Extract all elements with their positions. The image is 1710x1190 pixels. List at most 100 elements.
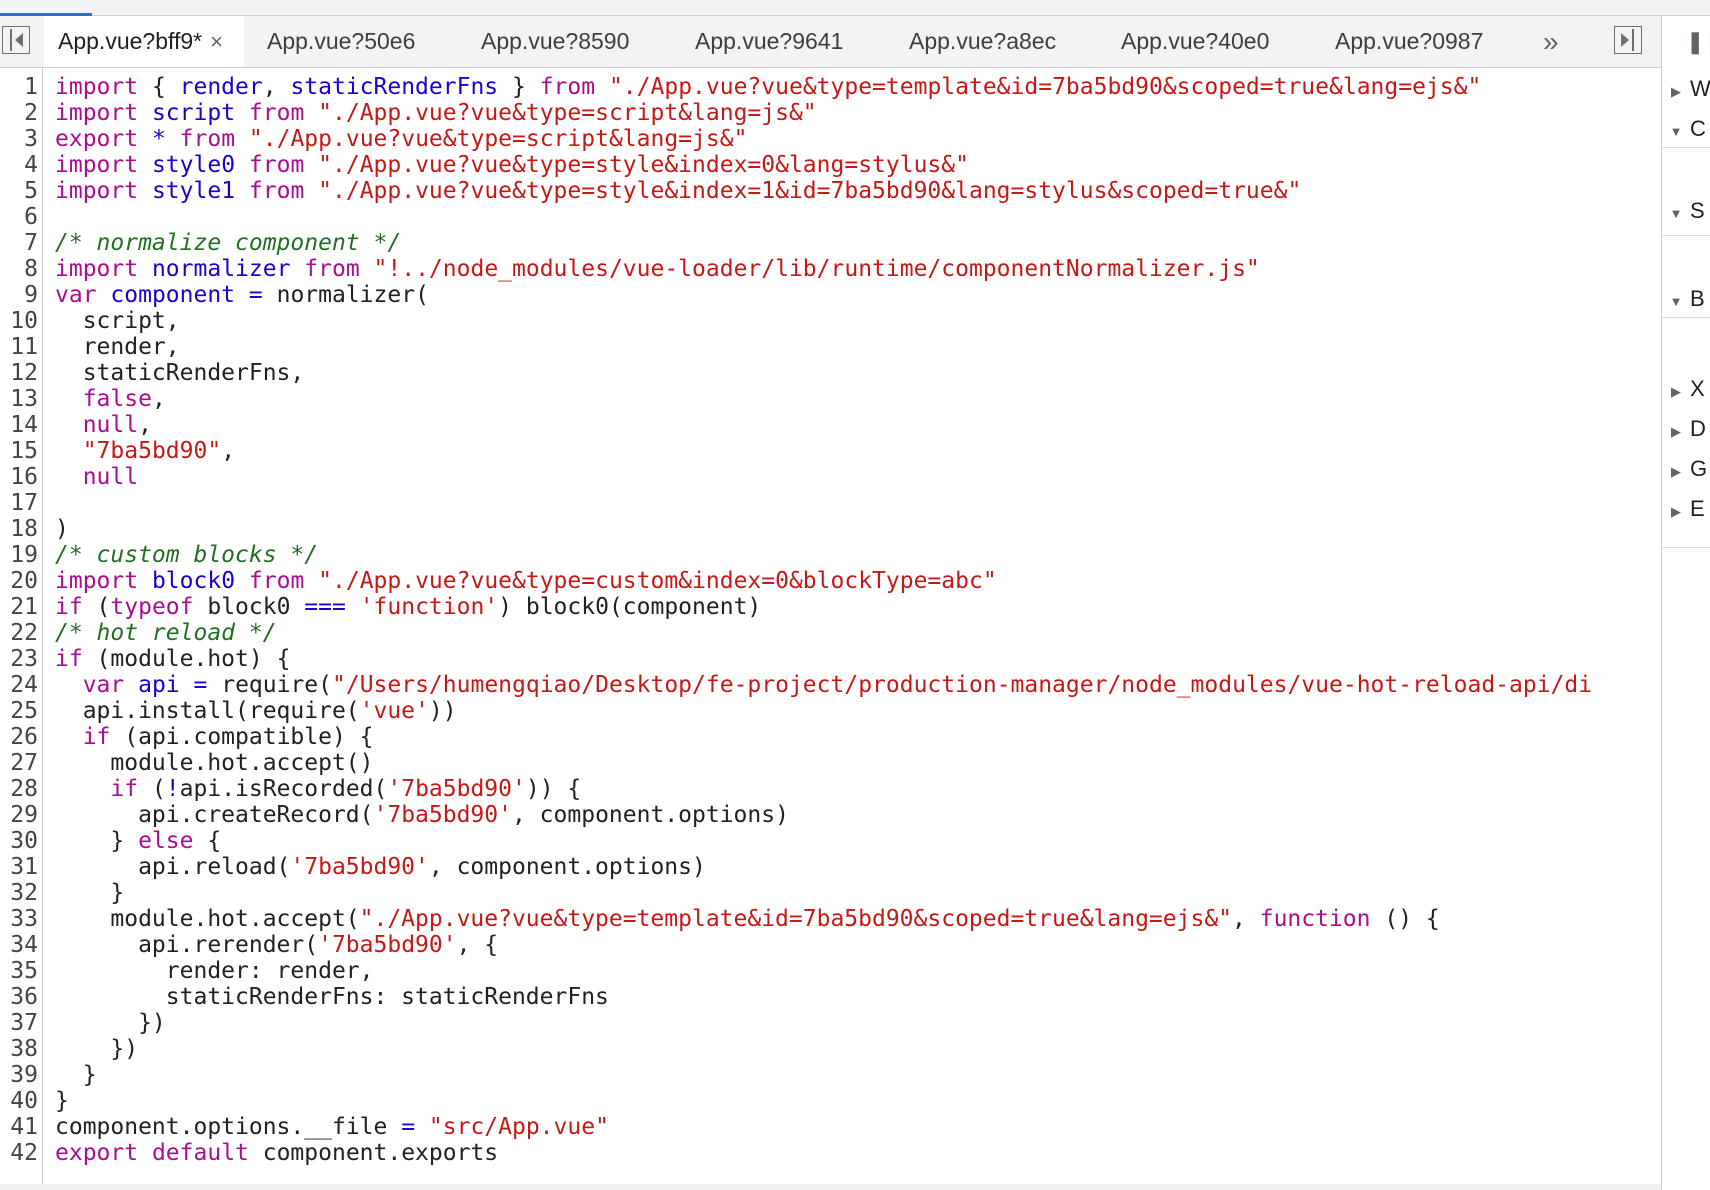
line-number[interactable]: 41 bbox=[0, 1114, 38, 1140]
line-number[interactable]: 38 bbox=[0, 1036, 38, 1062]
line-number[interactable]: 33 bbox=[0, 906, 38, 932]
toggle-navigator-button[interactable] bbox=[2, 26, 30, 54]
code-line[interactable]: 24 var api = require("/Users/humengqiao/… bbox=[0, 672, 1661, 698]
tab-file[interactable]: App.vue?9641 bbox=[695, 16, 875, 67]
code-line[interactable]: 26 if (api.compatible) { bbox=[0, 724, 1661, 750]
code-line[interactable]: 33 module.hot.accept("./App.vue?vue&type… bbox=[0, 906, 1661, 932]
code-line[interactable]: 16 null bbox=[0, 464, 1661, 490]
line-number[interactable]: 2 bbox=[0, 100, 38, 126]
line-number[interactable]: 26 bbox=[0, 724, 38, 750]
debugger-section-header[interactable]: ▶ E bbox=[1662, 487, 1710, 531]
pause-icon[interactable]: ❚❚ bbox=[1686, 16, 1710, 67]
line-number[interactable]: 5 bbox=[0, 178, 38, 204]
code-line[interactable]: 27 module.hot.accept() bbox=[0, 750, 1661, 776]
line-number[interactable]: 23 bbox=[0, 646, 38, 672]
line-number[interactable]: 19 bbox=[0, 542, 38, 568]
line-number[interactable]: 30 bbox=[0, 828, 38, 854]
line-number[interactable]: 9 bbox=[0, 282, 38, 308]
line-number[interactable]: 32 bbox=[0, 880, 38, 906]
tab-file[interactable]: App.vue?a8ec bbox=[909, 16, 1089, 67]
tab-file[interactable]: App.vue?40e0 bbox=[1121, 16, 1301, 67]
code-line[interactable]: 21 if (typeof block0 === 'function') bloc… bbox=[0, 594, 1661, 620]
code-line[interactable]: 32 } bbox=[0, 880, 1661, 906]
code-line[interactable]: 5 import style1 from "./App.vue?vue&type=… bbox=[0, 178, 1661, 204]
code-line[interactable]: 11 render, bbox=[0, 334, 1661, 360]
line-number[interactable]: 3 bbox=[0, 126, 38, 152]
code-line[interactable]: 6 bbox=[0, 204, 1661, 230]
code-line[interactable]: 22 /* hot reload */ bbox=[0, 620, 1661, 646]
code-line[interactable]: 36 staticRenderFns: staticRenderFns bbox=[0, 984, 1661, 1010]
code-line[interactable]: 41 component.options.__file = "src/App.vu… bbox=[0, 1114, 1661, 1140]
code-line[interactable]: 4 import style0 from "./App.vue?vue&type=… bbox=[0, 152, 1661, 178]
code-line[interactable]: 31 api.reload('7ba5bd90', component.opti… bbox=[0, 854, 1661, 880]
code-line[interactable]: 29 api.createRecord('7ba5bd90', componen… bbox=[0, 802, 1661, 828]
line-number[interactable]: 40 bbox=[0, 1088, 38, 1114]
code-line[interactable]: 3 export * from "./App.vue?vue&type=scrip… bbox=[0, 126, 1661, 152]
line-number[interactable]: 36 bbox=[0, 984, 38, 1010]
line-number[interactable]: 16 bbox=[0, 464, 38, 490]
code-line[interactable]: 37 }) bbox=[0, 1010, 1661, 1036]
tab-active-file[interactable]: App.vue?bff9* × bbox=[44, 16, 244, 67]
code-line[interactable]: 23 if (module.hot) { bbox=[0, 646, 1661, 672]
line-number[interactable]: 27 bbox=[0, 750, 38, 776]
line-number[interactable]: 25 bbox=[0, 698, 38, 724]
line-number[interactable]: 29 bbox=[0, 802, 38, 828]
code-line[interactable]: 8 import normalizer from "!../node_module… bbox=[0, 256, 1661, 282]
code-line[interactable]: 30 } else { bbox=[0, 828, 1661, 854]
code-line[interactable]: 12 staticRenderFns, bbox=[0, 360, 1661, 386]
line-number[interactable]: 37 bbox=[0, 1010, 38, 1036]
code-line[interactable]: 18) bbox=[0, 516, 1661, 542]
code-line[interactable]: 25 api.install(require('vue')) bbox=[0, 698, 1661, 724]
code-line[interactable]: 28 if (!api.isRecorded('7ba5bd90')) { bbox=[0, 776, 1661, 802]
line-number[interactable]: 42 bbox=[0, 1140, 38, 1166]
line-number[interactable]: 11 bbox=[0, 334, 38, 360]
tab-file[interactable]: App.vue?0987 bbox=[1335, 16, 1515, 67]
line-number[interactable]: 21 bbox=[0, 594, 38, 620]
code-line[interactable]: 13 false, bbox=[0, 386, 1661, 412]
line-number[interactable]: 18 bbox=[0, 516, 38, 542]
tab-file[interactable]: App.vue?8590 bbox=[481, 16, 661, 67]
code-line[interactable]: 10 script, bbox=[0, 308, 1661, 334]
line-number[interactable]: 20 bbox=[0, 568, 38, 594]
line-number[interactable]: 28 bbox=[0, 776, 38, 802]
code-line[interactable]: 34 api.rerender('7ba5bd90', { bbox=[0, 932, 1661, 958]
code-line[interactable]: 15 "7ba5bd90", bbox=[0, 438, 1661, 464]
code-line[interactable]: 40} bbox=[0, 1088, 1661, 1114]
code-line[interactable]: 1 import { render, staticRenderFns } from… bbox=[0, 74, 1661, 100]
debugger-section-header[interactable]: ▶ D bbox=[1662, 407, 1710, 451]
line-number[interactable]: 35 bbox=[0, 958, 38, 984]
code-line[interactable]: 14 null, bbox=[0, 412, 1661, 438]
toggle-debugger-button[interactable] bbox=[1614, 26, 1642, 54]
code-line[interactable]: 19 /* custom blocks */ bbox=[0, 542, 1661, 568]
code-line[interactable]: 42 export default component.exports bbox=[0, 1140, 1661, 1166]
line-number[interactable]: 34 bbox=[0, 932, 38, 958]
horizontal-scrollbar[interactable] bbox=[0, 1184, 1661, 1190]
debugger-section-header[interactable]: ▶ W bbox=[1662, 67, 1710, 111]
line-number[interactable]: 17 bbox=[0, 490, 38, 516]
code-line[interactable]: 35 render: render, bbox=[0, 958, 1661, 984]
code-line[interactable]: 38 }) bbox=[0, 1036, 1661, 1062]
code-line[interactable]: 39 } bbox=[0, 1062, 1661, 1088]
debugger-section-header[interactable]: ▶ X bbox=[1662, 367, 1710, 411]
line-number[interactable]: 8 bbox=[0, 256, 38, 282]
line-number[interactable]: 15 bbox=[0, 438, 38, 464]
line-number[interactable]: 14 bbox=[0, 412, 38, 438]
code-line[interactable]: 9 var component = normalizer( bbox=[0, 282, 1661, 308]
line-number[interactable]: 1 bbox=[0, 74, 38, 100]
tab-file[interactable]: App.vue?50e6 bbox=[267, 16, 447, 67]
line-number[interactable]: 24 bbox=[0, 672, 38, 698]
code-editor[interactable]: 1 import { render, staticRenderFns } from… bbox=[0, 74, 1661, 1184]
line-number[interactable]: 6 bbox=[0, 204, 38, 230]
debugger-section-header[interactable]: ▼ S bbox=[1662, 189, 1710, 233]
code-line[interactable]: 20 import block0 from "./App.vue?vue&type… bbox=[0, 568, 1661, 594]
debugger-section-header[interactable]: ▶ G bbox=[1662, 447, 1710, 491]
line-number[interactable]: 10 bbox=[0, 308, 38, 334]
line-number[interactable]: 39 bbox=[0, 1062, 38, 1088]
line-number[interactable]: 31 bbox=[0, 854, 38, 880]
code-line[interactable]: 2 import script from "./App.vue?vue&type=… bbox=[0, 100, 1661, 126]
line-number[interactable]: 4 bbox=[0, 152, 38, 178]
close-tab-icon[interactable]: × bbox=[210, 29, 223, 54]
line-number[interactable]: 22 bbox=[0, 620, 38, 646]
more-tabs-button[interactable]: » bbox=[1543, 16, 1559, 67]
debugger-section-header[interactable]: ▼ C bbox=[1662, 107, 1710, 151]
